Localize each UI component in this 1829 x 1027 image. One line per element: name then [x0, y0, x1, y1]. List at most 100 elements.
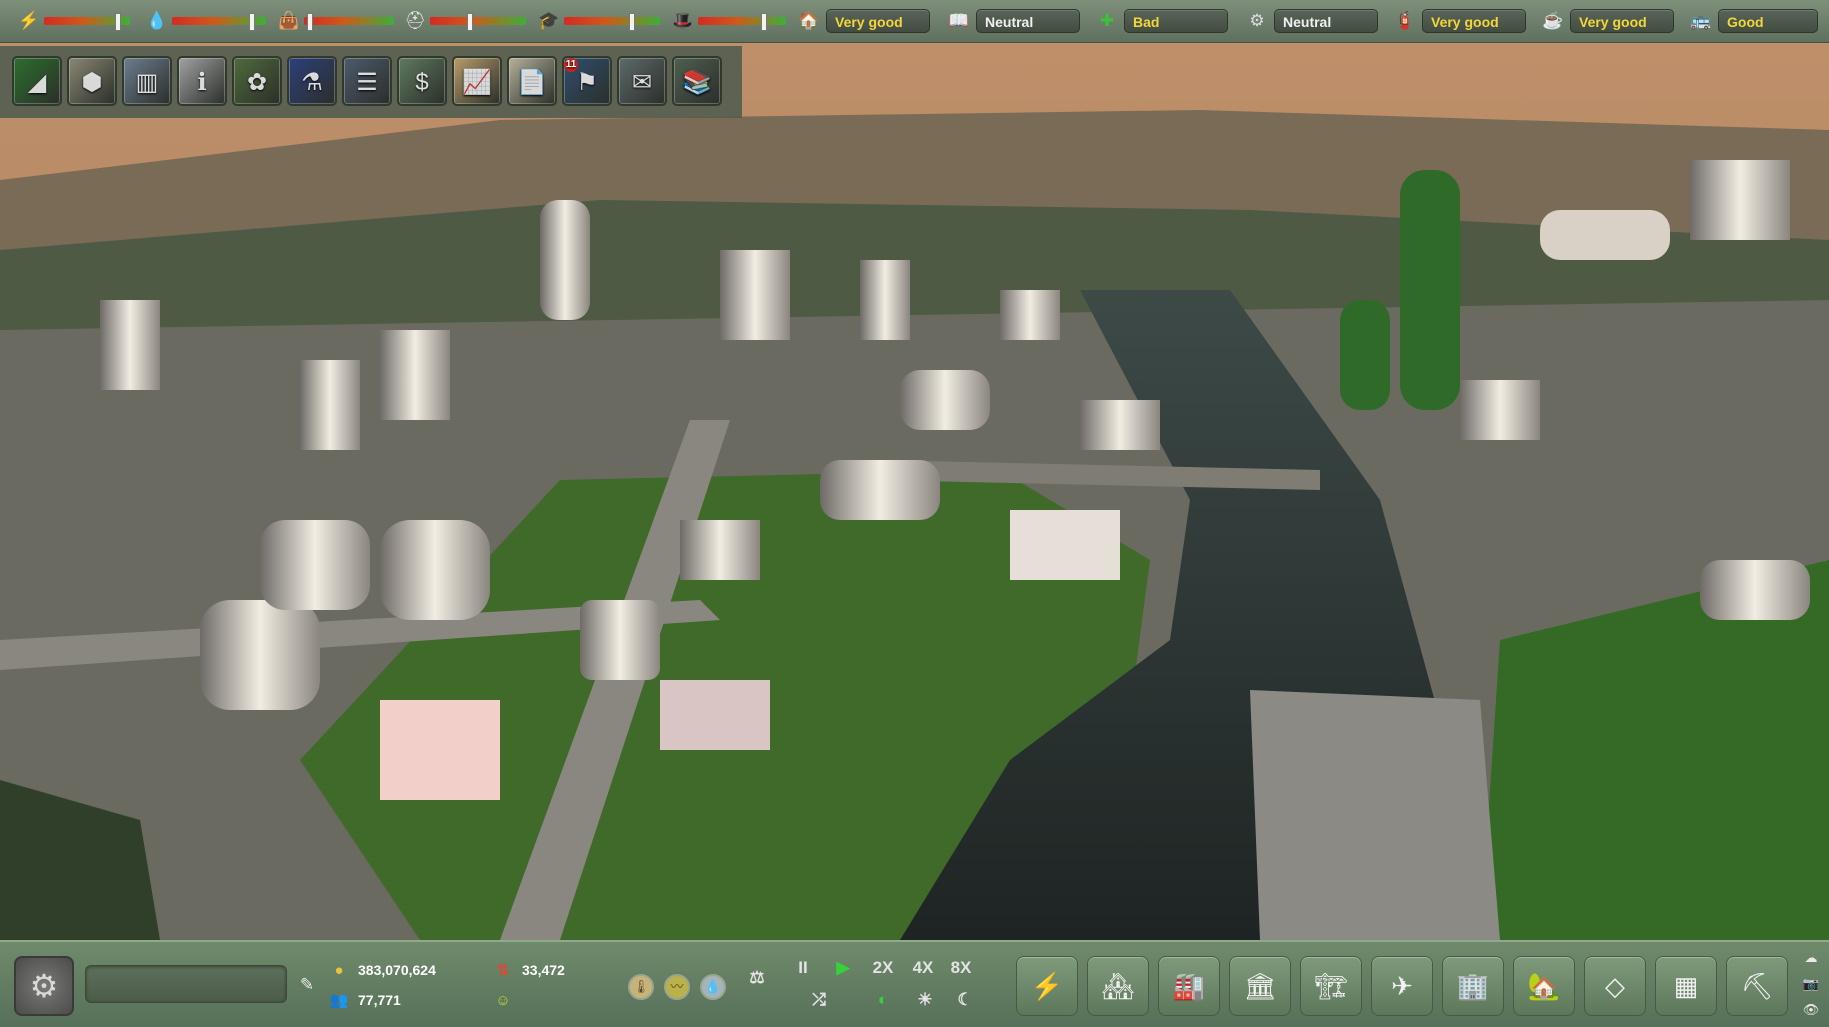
- greenhouse-build-button[interactable]: ◇: [1584, 956, 1646, 1016]
- pause-button[interactable]: II: [790, 956, 816, 980]
- info-tool-button[interactable]: ℹ: [177, 56, 227, 106]
- budget-tool-icon: $: [415, 69, 429, 96]
- statistics-tool-button[interactable]: ▥: [122, 56, 172, 106]
- statistics-tool-icon: ▥: [135, 69, 159, 96]
- power-meter[interactable]: ⚡: [18, 9, 130, 33]
- pier: [1250, 690, 1500, 940]
- graph-tool-button[interactable]: 📈: [452, 56, 502, 106]
- demolish-build-button[interactable]: ⛏: [1726, 956, 1788, 1016]
- water-level-knob: [249, 13, 255, 31]
- worker-helmet-icon: ⛑: [404, 11, 426, 30]
- zoning-tool-button[interactable]: ⬢: [67, 56, 117, 106]
- employment-meter[interactable]: ⛑: [404, 9, 526, 33]
- growth-arrows-icon: ⇅: [496, 962, 510, 979]
- city-viewport[interactable]: [0, 0, 1829, 1025]
- residential-build-icon: 🏘: [1101, 971, 1135, 1001]
- moon-icon[interactable]: ☾: [952, 988, 978, 1012]
- civic-build-icon: 🏢: [1456, 971, 1490, 1001]
- waste-level-bar: [304, 17, 394, 25]
- health-cross-icon: ✚: [1099, 11, 1115, 30]
- documents-tool-icon: 📄: [517, 69, 547, 96]
- airport-build-icon: ✈: [1391, 971, 1413, 1001]
- culture-icon: 📖: [948, 11, 970, 30]
- speed-8x-button[interactable]: 8X: [946, 956, 976, 980]
- terrain-tool-icon: ◢: [27, 69, 47, 96]
- roads-tool-button[interactable]: ☰: [342, 56, 392, 106]
- agriculture-build-icon: 🏡: [1527, 971, 1561, 1001]
- mail-tool-icon: ✉: [631, 69, 653, 96]
- camera-icon[interactable]: 📷: [1800, 974, 1822, 994]
- rename-pencil-icon[interactable]: ✎: [296, 974, 318, 996]
- thermometer-icon: 🌡: [632, 979, 650, 994]
- storage-build-button[interactable]: ▦: [1655, 956, 1717, 1016]
- power-build-button[interactable]: ⚡: [1016, 956, 1078, 1016]
- growth-display: ⇅ 33,472: [490, 958, 565, 982]
- police-hat-icon: 🎩: [672, 11, 694, 30]
- temperature-overlay-button[interactable]: 🌡: [628, 974, 654, 1000]
- balance-scale-icon[interactable]: ⚖: [742, 966, 772, 990]
- services-build-icon: 🏛: [1243, 971, 1277, 1001]
- leisure-rating-value: Very good: [1570, 9, 1674, 33]
- police-level-knob: [761, 13, 767, 31]
- vertical-garden-tower: [1340, 300, 1390, 410]
- sun-icon[interactable]: ☀: [912, 988, 938, 1012]
- research-tool-button[interactable]: ⚗: [287, 56, 337, 106]
- lightning-icon: ⚡: [18, 11, 40, 30]
- growth-value: 33,472: [522, 962, 565, 978]
- water-meter[interactable]: 💧: [146, 9, 266, 33]
- library-tool-icon: 📚: [682, 69, 712, 96]
- humidity-overlay-button[interactable]: 💧: [700, 974, 726, 1000]
- agriculture-build-button[interactable]: 🏡: [1513, 956, 1575, 1016]
- wind-overlay-button[interactable]: 〰: [664, 974, 690, 1000]
- population-icon: 👥: [329, 992, 349, 1009]
- factory-build-button[interactable]: 🏗: [1300, 956, 1362, 1016]
- tool-palette: ◢ ⬢ ▥ ℹ ✿ ⚗ ☰ $ 📈 📄 ⚑ 11 ✉ 📚: [0, 46, 742, 118]
- security-icon: ⚙: [1249, 11, 1265, 30]
- airport-build-button[interactable]: ✈: [1371, 956, 1433, 1016]
- factory-build-icon: 🏗: [1314, 971, 1348, 1001]
- terrain-tool-button[interactable]: ◢: [12, 56, 62, 106]
- population-display: 👥 77,771: [326, 988, 401, 1012]
- demolish-build-icon: ⛏: [1740, 971, 1774, 1001]
- eye-icon[interactable]: 👁: [1800, 1000, 1822, 1020]
- education-meter[interactable]: 🎓: [538, 9, 660, 33]
- library-tool-button[interactable]: 📚: [672, 56, 722, 106]
- industry-build-icon: 🏭: [1172, 971, 1206, 1001]
- happiness-display: ☺: [490, 988, 522, 1012]
- shuffle-icon[interactable]: ⤮: [806, 988, 832, 1012]
- police-meter[interactable]: 🎩: [672, 9, 786, 33]
- waste-level-knob: [307, 13, 313, 31]
- leisure-icon: ☕: [1542, 11, 1564, 30]
- mail-tool-button[interactable]: ✉: [617, 56, 667, 106]
- city-name-field[interactable]: [85, 965, 287, 1003]
- research-tool-icon: ⚗: [301, 69, 323, 96]
- education-level-bar: [564, 17, 660, 25]
- industry-build-button[interactable]: 🏭: [1158, 956, 1220, 1016]
- bottom-bar: ⚙ ✎ ● 383,070,624 👥 77,771 ⇅ 33,472 ☺ 🌡 〰 💧…: [0, 940, 1829, 1027]
- alerts-tool-button[interactable]: ⚑ 11: [562, 56, 612, 106]
- employment-level-bar: [430, 17, 526, 25]
- money-display: ● 383,070,624: [326, 958, 435, 982]
- day-night-cycle-icon[interactable]: ◐: [870, 988, 896, 1012]
- power-level-knob: [115, 13, 121, 31]
- budget-tool-button[interactable]: $: [397, 56, 447, 106]
- settings-button[interactable]: ⚙: [14, 956, 74, 1016]
- residential-build-button[interactable]: 🏘: [1087, 956, 1149, 1016]
- documents-tool-button[interactable]: 📄: [507, 56, 557, 106]
- water-drop-icon: 💧: [704, 979, 722, 994]
- speed-2x-button[interactable]: 2X: [868, 956, 898, 980]
- weather-icon[interactable]: ☁: [1800, 948, 1822, 968]
- education-icon: 🎓: [538, 11, 560, 30]
- speed-4x-button[interactable]: 4X: [908, 956, 938, 980]
- waste-meter[interactable]: 👜: [278, 9, 394, 33]
- services-build-button[interactable]: 🏛: [1229, 956, 1291, 1016]
- play-button[interactable]: ▶: [830, 956, 856, 980]
- transport-icon: 🚌: [1690, 11, 1712, 30]
- info-tool-icon: ℹ: [197, 69, 207, 96]
- resources-tool-button[interactable]: ✿: [232, 56, 282, 106]
- zoning-tool-icon: ⬢: [81, 69, 103, 96]
- roads-tool-icon: ☰: [356, 69, 378, 96]
- housing-rating-value: Very good: [826, 9, 930, 33]
- civic-build-button[interactable]: 🏢: [1442, 956, 1504, 1016]
- graph-tool-icon: 📈: [462, 69, 492, 96]
